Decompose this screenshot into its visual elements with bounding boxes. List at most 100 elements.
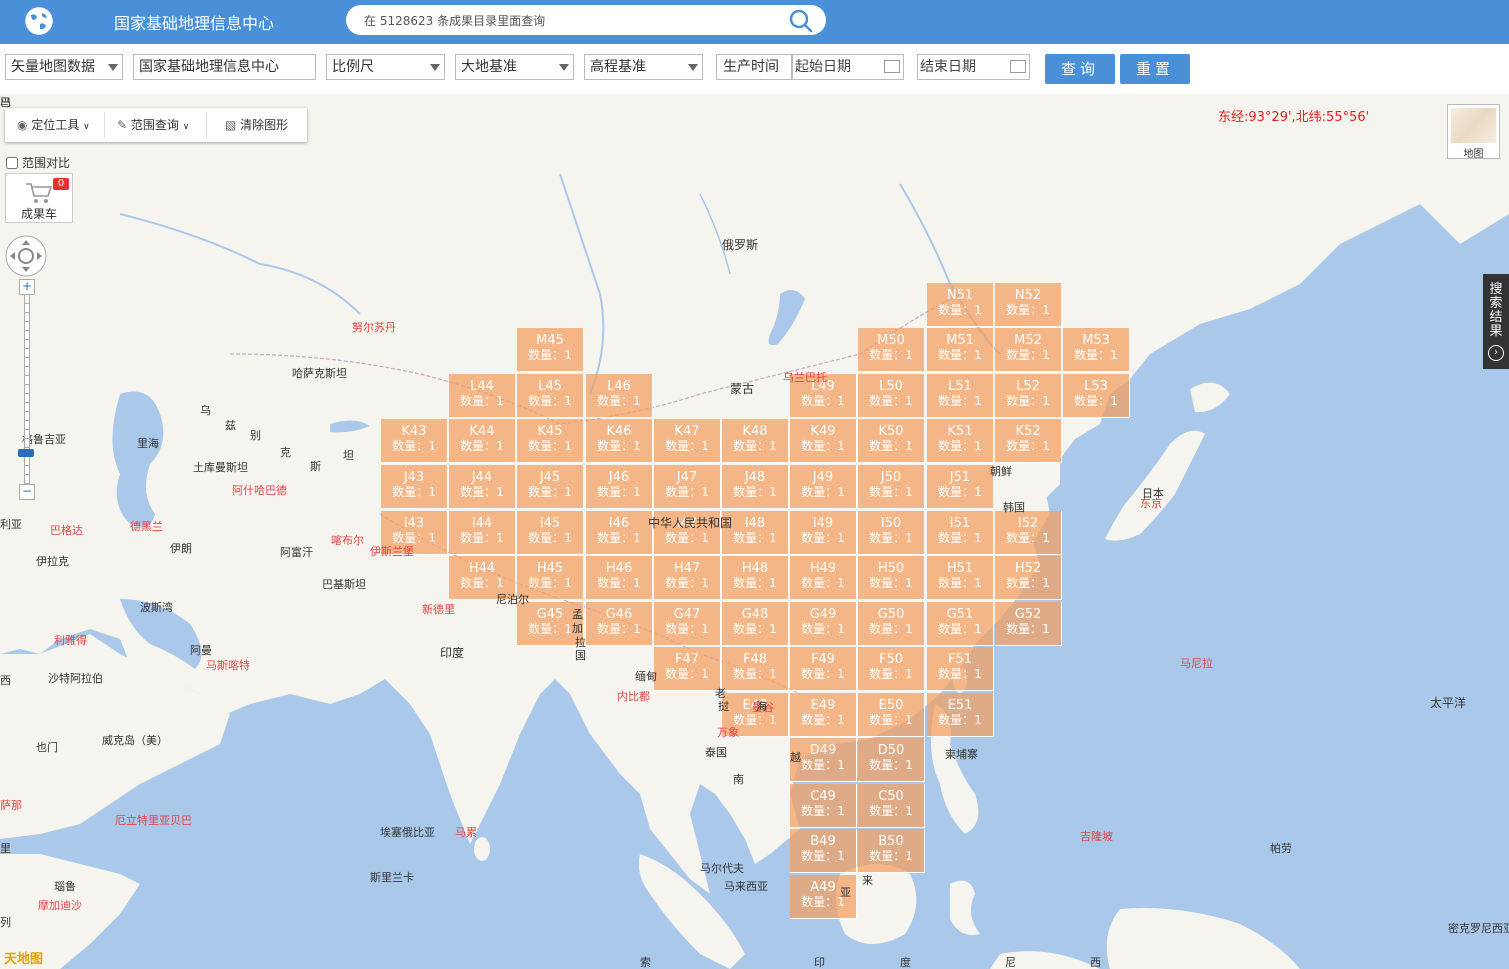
sheet-tile-j44[interactable]: J44 数量：1 [449,465,516,509]
search-input[interactable] [362,9,766,33]
geodetic-datum-select[interactable]: 大地基准 [455,54,574,80]
sheet-tile-j43[interactable]: J43 数量：1 [381,465,448,509]
sheet-tile-k52[interactable]: K52 数量：1 [995,419,1062,463]
sheet-tile-k45[interactable]: K45 数量：1 [517,419,584,463]
basemap-switch-button[interactable]: 地图 [1447,104,1500,160]
sheet-tile-k46[interactable]: K46 数量：1 [586,419,653,463]
sheet-tile-g47[interactable]: G47 数量：1 [654,602,721,646]
sheet-tile-f47[interactable]: F47 数量：1 [654,647,721,691]
sheet-tile-k50[interactable]: K50 数量：1 [858,419,925,463]
chevron-down-icon: ∨ [182,122,190,132]
sheet-tile-code: K48 [742,424,768,439]
sheet-tile-g50[interactable]: G50 数量：1 [858,602,925,646]
sheet-tile-j48[interactable]: J48 数量：1 [722,465,789,509]
sheet-tile-n52[interactable]: N52 数量：1 [995,283,1062,327]
clear-shapes-button[interactable]: ▧ 清除图形 [225,108,288,142]
scale-select[interactable]: 比例尺 [326,54,445,80]
sheet-tile-count: 数量：1 [654,531,720,545]
sheet-tile-d50[interactable]: D50 数量：1 [858,738,925,782]
sheet-tile-j49[interactable]: J49 数量：1 [790,465,857,509]
sheet-tile-i50[interactable]: I50 数量：1 [858,511,925,555]
organization-select[interactable]: 国家基础地理信息中心 [133,54,316,80]
sheet-tile-l46[interactable]: L46 数量：1 [586,374,653,418]
sheet-tile-i44[interactable]: I44 数量：1 [449,511,516,555]
sheet-tile-g48[interactable]: G48 数量：1 [722,602,789,646]
sheet-tile-j51[interactable]: J51 数量：1 [927,465,994,509]
sheet-tile-k43[interactable]: K43 数量：1 [381,419,448,463]
range-compare-toggle[interactable]: 范围对比 [5,154,70,171]
sheet-tile-m53[interactable]: M53 数量：1 [1063,328,1130,372]
search-icon[interactable] [788,8,814,34]
end-date-field[interactable]: 结束日期 [917,54,1030,80]
sheet-tile-m52[interactable]: M52 数量：1 [995,328,1062,372]
sheet-tile-f48[interactable]: F48 数量：1 [722,647,789,691]
sheet-tile-i48[interactable]: I48 数量：1 [722,511,789,555]
sheet-tile-k47[interactable]: K47 数量：1 [654,419,721,463]
sheet-tile-i46[interactable]: I46 数量：1 [586,511,653,555]
sheet-tile-g49[interactable]: G49 数量：1 [790,602,857,646]
locate-tool-button[interactable]: ◉ 定位工具 ∨ [17,108,90,142]
sheet-tile-e50[interactable]: E50 数量：1 [858,693,925,737]
zoom-slider-handle[interactable] [18,449,34,457]
sheet-tile-h46[interactable]: H46 数量：1 [586,556,653,600]
sheet-tile-i51[interactable]: I51 数量：1 [927,511,994,555]
sheet-tile-c50[interactable]: C50 数量：1 [858,784,925,828]
calendar-icon[interactable] [1010,60,1026,73]
sheet-tile-e51[interactable]: E51 数量：1 [927,693,994,737]
sheet-tile-f49[interactable]: F49 数量：1 [790,647,857,691]
sheet-tile-m51[interactable]: M51 数量：1 [927,328,994,372]
sheet-tile-n51[interactable]: N51 数量：1 [927,283,994,327]
sheet-tile-code: M51 [946,333,974,348]
sheet-tile-l45[interactable]: L45 数量：1 [517,374,584,418]
zoom-in-button[interactable]: + [19,279,35,295]
sheet-tile-j46[interactable]: J46 数量：1 [586,465,653,509]
dataset-select[interactable]: 矢量地图数据 [5,54,123,80]
sheet-tile-k44[interactable]: K44 数量：1 [449,419,516,463]
result-cart-button[interactable]: 0 成果车 [5,173,73,223]
sheet-tile-g51[interactable]: G51 数量：1 [927,602,994,646]
sheet-tile-e49[interactable]: E49 数量：1 [790,693,857,737]
map-canvas[interactable]: N51 数量：1 N52 数量：1 M45 数量：1 M50 数量：1 M51 数量：1 M52 数量… [0,94,1509,969]
sheet-tile-i45[interactable]: I45 数量：1 [517,511,584,555]
reset-button[interactable]: 重置 [1120,54,1190,84]
sheet-tile-i49[interactable]: I49 数量：1 [790,511,857,555]
sheet-tile-k49[interactable]: K49 数量：1 [790,419,857,463]
sheet-tile-h52[interactable]: H52 数量：1 [995,556,1062,600]
sheet-tile-f50[interactable]: F50 数量：1 [858,647,925,691]
sheet-tile-k48[interactable]: K48 数量：1 [722,419,789,463]
sheet-tile-k51[interactable]: K51 数量：1 [927,419,994,463]
zoom-slider-track[interactable] [24,294,30,486]
query-button[interactable]: 查询 [1045,54,1115,84]
sheet-tile-j45[interactable]: J45 数量：1 [517,465,584,509]
range-compare-checkbox[interactable] [6,157,18,169]
globe-logo-icon[interactable] [24,6,54,36]
sheet-tile-h47[interactable]: H47 数量：1 [654,556,721,600]
sheet-tile-b50[interactable]: B50 数量：1 [858,829,925,873]
sheet-tile-h48[interactable]: H48 数量：1 [722,556,789,600]
height-datum-select[interactable]: 高程基准 [584,54,703,80]
sheet-tile-m45[interactable]: M45 数量：1 [517,328,584,372]
sheet-tile-l44[interactable]: L44 数量：1 [449,374,516,418]
calendar-icon[interactable] [884,60,900,73]
zoom-out-button[interactable]: − [19,484,35,500]
sheet-tile-l51[interactable]: L51 数量：1 [927,374,994,418]
sheet-tile-count-prefix: 数量： [460,394,497,408]
sheet-tile-l52[interactable]: L52 数量：1 [995,374,1062,418]
sheet-tile-h49[interactable]: H49 数量：1 [790,556,857,600]
sheet-tile-m50[interactable]: M50 数量：1 [858,328,925,372]
sheet-tile-g46[interactable]: G46 数量：1 [586,602,653,646]
sheet-tile-j50[interactable]: J50 数量：1 [858,465,925,509]
sheet-tile-g52[interactable]: G52 数量：1 [995,602,1062,646]
sheet-tile-j47[interactable]: J47 数量：1 [654,465,721,509]
sheet-tile-c49[interactable]: C49 数量：1 [790,784,857,828]
sheet-tile-h51[interactable]: H51 数量：1 [927,556,994,600]
sheet-tile-h50[interactable]: H50 数量：1 [858,556,925,600]
sheet-tile-f51[interactable]: F51 数量：1 [927,647,994,691]
range-query-button[interactable]: ✎ 范围查询 ∨ [117,108,189,142]
sheet-tile-l53[interactable]: L53 数量：1 [1063,374,1130,418]
sheet-tile-i52[interactable]: I52 数量：1 [995,511,1062,555]
search-results-tab[interactable]: 搜索结果 › [1483,274,1509,369]
sheet-tile-l50[interactable]: L50 数量：1 [858,374,925,418]
sheet-tile-b49[interactable]: B49 数量：1 [790,829,857,873]
start-date-field[interactable]: 起始日期 [792,54,904,80]
